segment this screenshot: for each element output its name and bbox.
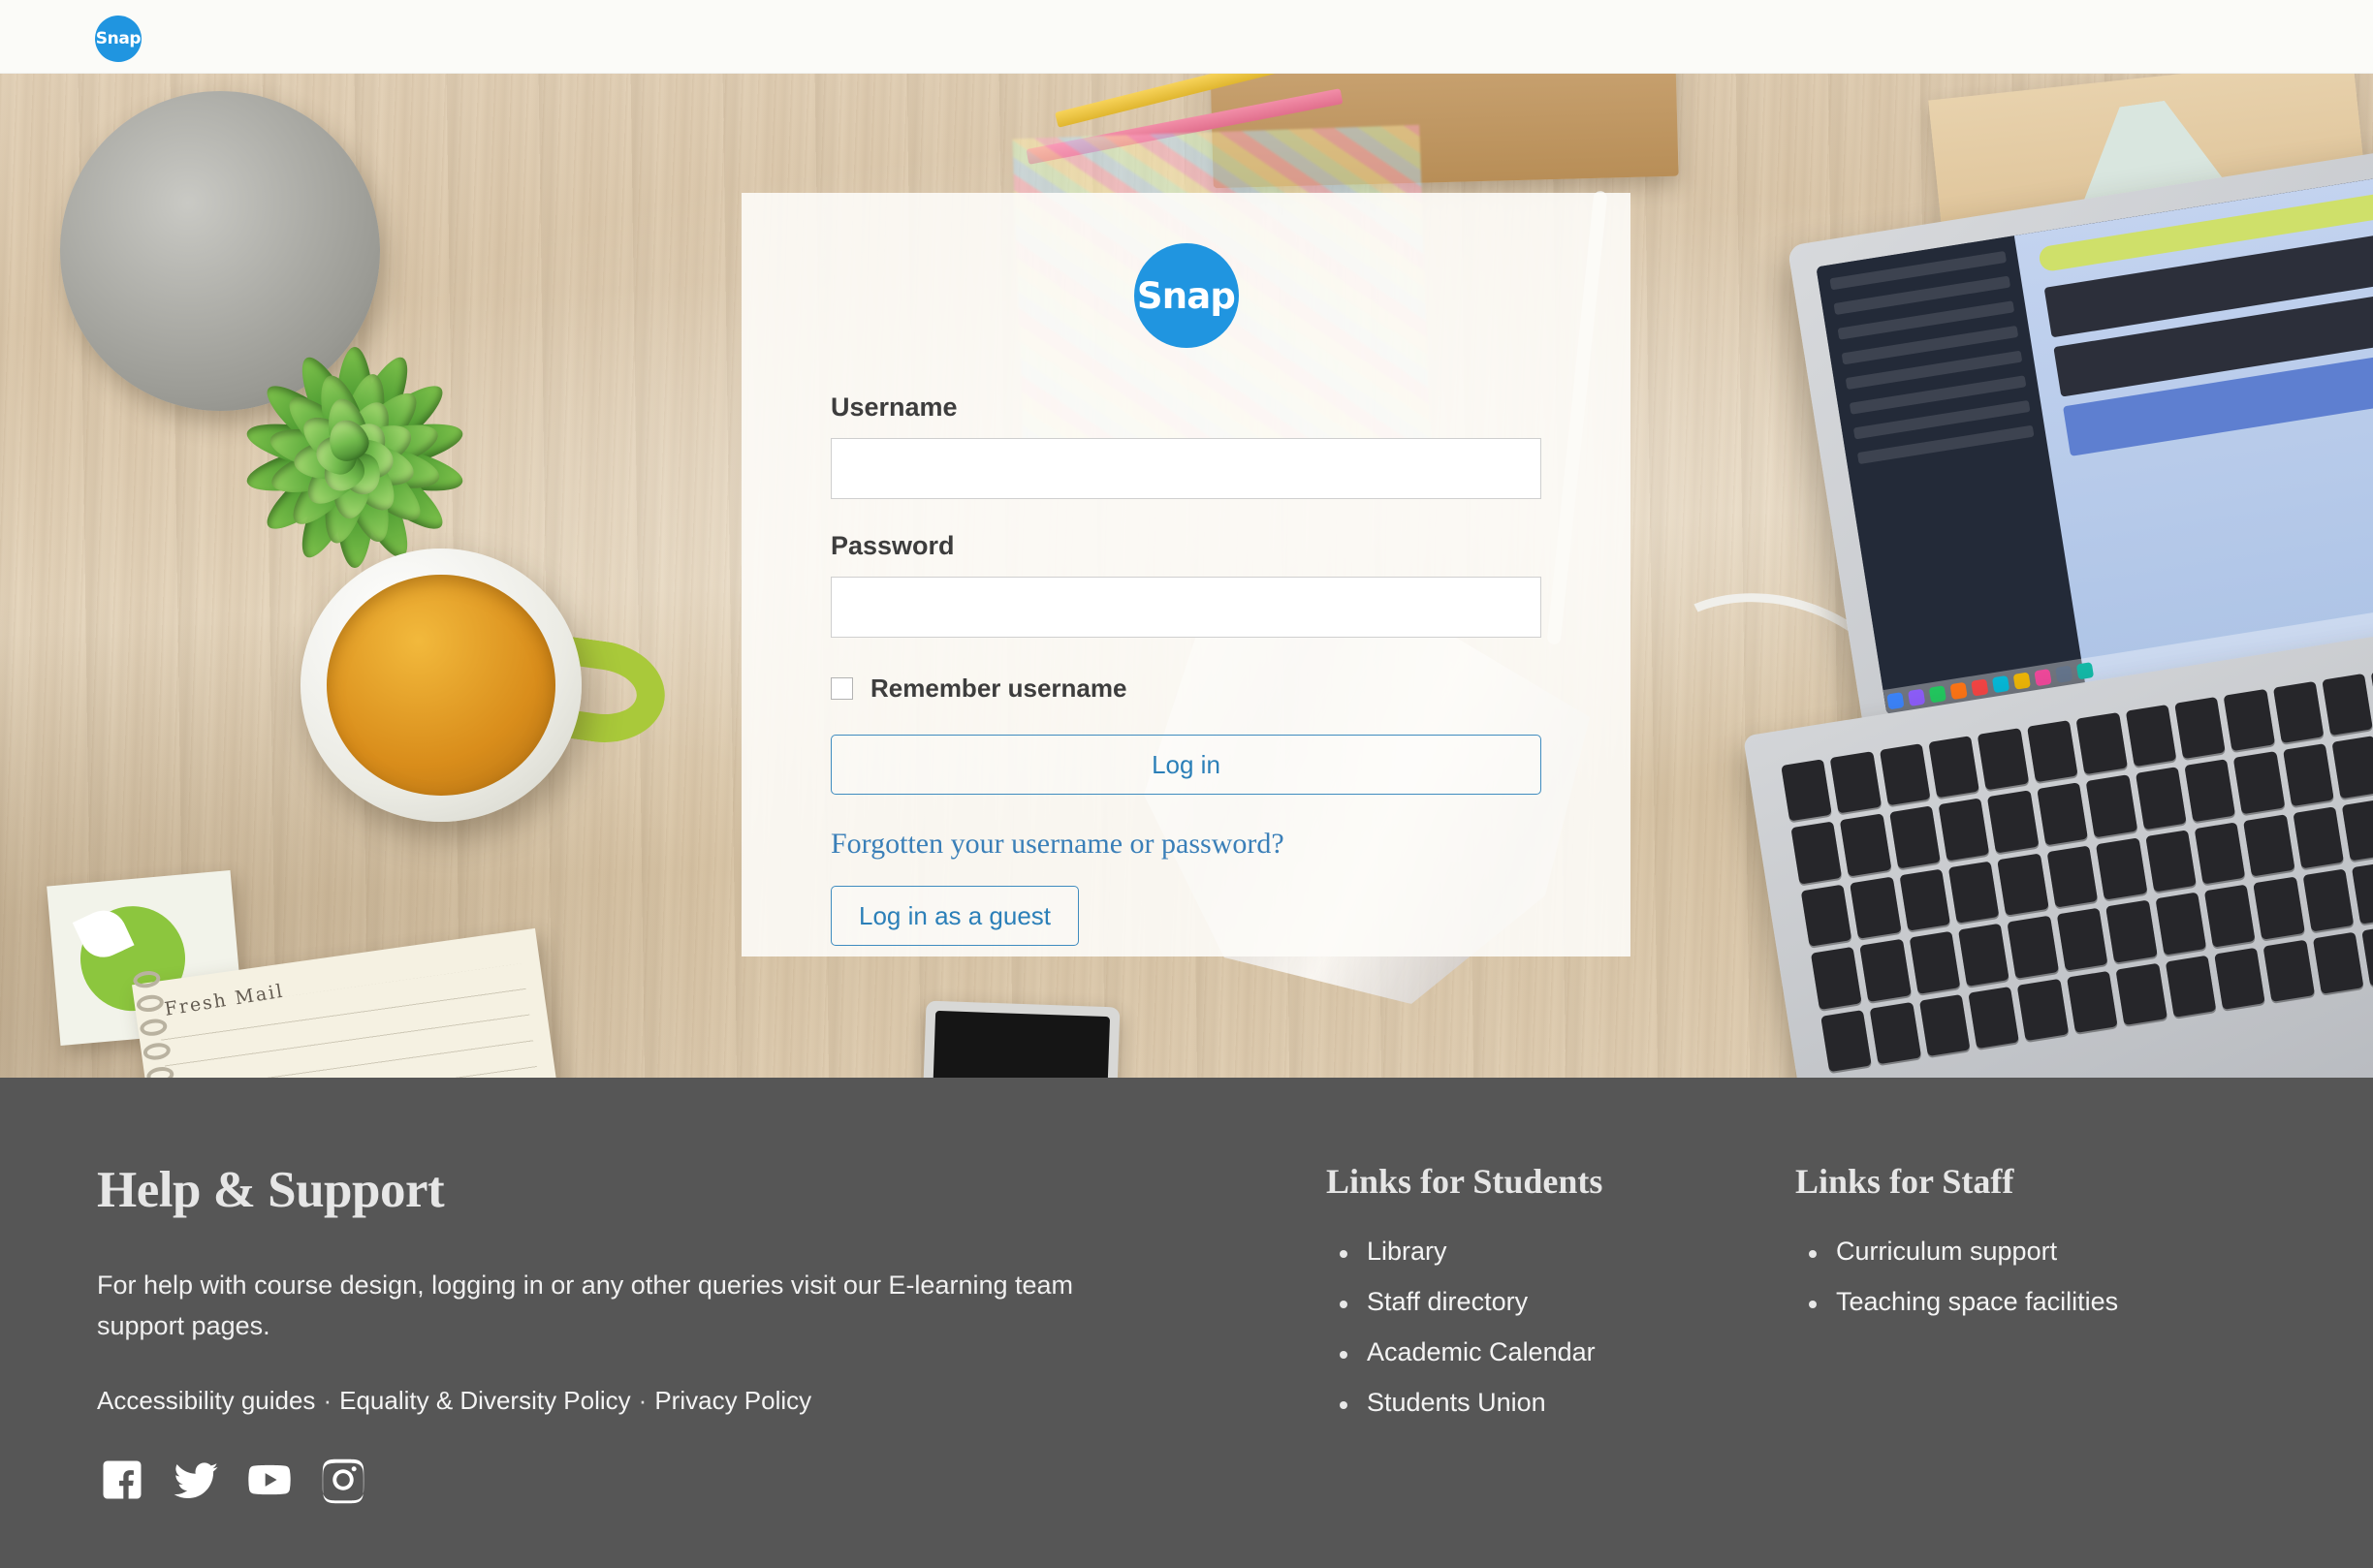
- notepad-lines: [157, 963, 548, 1078]
- snap-logo-icon-large: Snap: [1133, 243, 1239, 348]
- youtube-icon[interactable]: [244, 1455, 295, 1505]
- laptop-display: [1816, 169, 2373, 715]
- help-support-heading: Help & Support: [97, 1162, 445, 1218]
- footer-help-column: Help & Support For help with course desi…: [97, 1161, 1183, 1568]
- card-logo-text: Snap: [1136, 274, 1236, 317]
- phone-screen: [929, 1010, 1111, 1078]
- staff-link-0[interactable]: Curriculum support: [1795, 1237, 2268, 1267]
- snap-logo-icon[interactable]: Snap: [95, 16, 142, 62]
- links-for-staff-heading: Links for Staff: [1795, 1162, 2014, 1201]
- site-footer: Help & Support For help with course desi…: [0, 1078, 2373, 1568]
- student-link-0[interactable]: Library: [1326, 1237, 1725, 1267]
- instagram-icon[interactable]: [318, 1455, 368, 1505]
- footer-staff-column: Links for Staff Curriculum support Teachi…: [1725, 1161, 2268, 1568]
- username-label: Username: [831, 392, 958, 422]
- policy-link-0[interactable]: Accessibility guides: [97, 1386, 315, 1415]
- laptop-keyboard: [1781, 658, 2373, 1073]
- password-label: Password: [831, 531, 955, 560]
- twitter-icon[interactable]: [171, 1455, 221, 1505]
- footer-policy-links: Accessibility guides · Equality & Diversit…: [97, 1386, 1183, 1416]
- guest-login-label: Log in as a guest: [859, 900, 1052, 930]
- remember-username-label: Remember username: [870, 674, 1127, 703]
- succulent-plant: [0, 74, 467, 568]
- password-input[interactable]: [831, 577, 1541, 638]
- login-card: Snap Username Password Remember username…: [742, 193, 1630, 956]
- remember-username-checkbox[interactable]: [831, 677, 853, 700]
- tea-liquid: [327, 575, 555, 796]
- policy-link-separator: ·: [323, 1385, 332, 1415]
- guest-login-button[interactable]: Log in as a guest: [831, 886, 1080, 946]
- policy-link-2[interactable]: Privacy Policy: [654, 1386, 811, 1415]
- policy-link-1[interactable]: Equality & Diversity Policy: [339, 1386, 631, 1415]
- links-for-students-heading: Links for Students: [1326, 1162, 1603, 1201]
- username-input[interactable]: [831, 438, 1541, 499]
- login-page: Snap Fresh Mail Snap Username Password R…: [0, 0, 2373, 1568]
- student-link-1[interactable]: Staff directory: [1326, 1287, 1725, 1317]
- plant-pot: [60, 91, 380, 411]
- student-link-3[interactable]: Students Union: [1326, 1388, 1725, 1418]
- staff-link-1[interactable]: Teaching space facilities: [1795, 1287, 2268, 1317]
- remember-username-row[interactable]: Remember username: [831, 674, 1541, 704]
- tea-cup: [301, 549, 672, 822]
- students-links-list: Library Staff directory Academic Calendar S…: [1326, 1237, 1725, 1418]
- footer-students-column: Links for Students Library Staff director…: [1183, 1161, 1725, 1568]
- login-button[interactable]: Log in: [831, 735, 1541, 795]
- login-button-label: Log in: [1152, 749, 1220, 779]
- student-link-2[interactable]: Academic Calendar: [1326, 1337, 1725, 1367]
- smartphone: [919, 1000, 1121, 1078]
- forgot-password-link[interactable]: Forgotten your username or password?: [831, 828, 1284, 861]
- header-logo-text: Snap: [95, 29, 142, 48]
- site-header: Snap: [0, 0, 2373, 74]
- facebook-icon[interactable]: [97, 1455, 147, 1505]
- staff-links-list: Curriculum support Teaching space facilit…: [1795, 1237, 2268, 1317]
- social-links: [97, 1455, 1183, 1505]
- policy-link-separator: ·: [638, 1385, 648, 1415]
- help-support-paragraph: For help with course design, logging in …: [97, 1270, 1074, 1340]
